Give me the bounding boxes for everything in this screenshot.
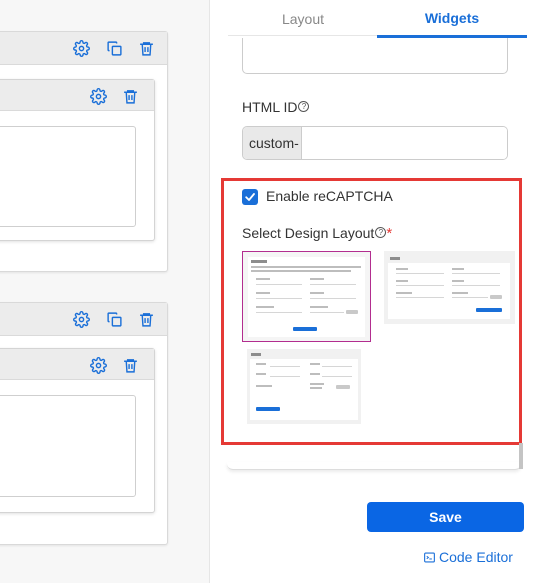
html-id-input[interactable] xyxy=(303,127,507,159)
html-id-label: HTML ID? xyxy=(242,99,310,115)
save-button[interactable]: Save xyxy=(367,502,524,532)
tab-widgets[interactable]: Widgets xyxy=(377,0,527,38)
layout-option-1[interactable] xyxy=(242,251,371,342)
section-card-2[interactable] xyxy=(0,302,168,545)
widget-card-header xyxy=(0,349,154,380)
tab-layout[interactable]: Layout xyxy=(228,0,378,38)
widget-content-area[interactable] xyxy=(0,126,136,227)
recaptcha-section: Enable reCAPTCHA Select Design Layout? * xyxy=(232,179,526,469)
recaptcha-label[interactable]: Enable reCAPTCHA xyxy=(266,188,393,204)
layout-preview xyxy=(388,263,510,319)
section-card-header xyxy=(0,32,167,65)
scrollbar[interactable] xyxy=(519,443,523,469)
copy-icon[interactable] xyxy=(104,38,124,58)
trash-icon[interactable] xyxy=(136,38,156,58)
help-icon[interactable]: ? xyxy=(375,227,387,238)
previous-field-input[interactable] xyxy=(242,38,508,74)
required-asterisk: * xyxy=(386,225,393,242)
help-icon[interactable]: ? xyxy=(298,101,310,112)
section-card-header xyxy=(0,303,167,336)
gear-icon[interactable] xyxy=(71,309,91,329)
section-card-1[interactable] xyxy=(0,31,168,272)
code-editor-link[interactable]: Code Editor xyxy=(424,547,513,567)
trash-icon[interactable] xyxy=(120,355,140,375)
gear-icon[interactable] xyxy=(88,355,108,375)
design-layout-label: Select Design Layout? * xyxy=(242,225,393,242)
widget-content-area[interactable] xyxy=(0,395,136,497)
layout-option-2[interactable] xyxy=(384,251,515,324)
builder-canvas xyxy=(0,0,209,583)
widget-card-1[interactable] xyxy=(0,79,155,241)
terminal-icon xyxy=(424,552,435,562)
widget-card-2[interactable] xyxy=(0,348,155,513)
panel-bottom-edge xyxy=(227,462,521,470)
widget-settings-scroll[interactable]: HTML ID? custom- Enable reCAPTCHA Select… xyxy=(228,38,526,470)
copy-icon[interactable] xyxy=(104,309,124,329)
panel-tabs: Layout Widgets xyxy=(228,0,534,38)
trash-icon[interactable] xyxy=(120,86,140,106)
html-id-field[interactable]: custom- xyxy=(242,126,508,160)
gear-icon[interactable] xyxy=(88,86,108,106)
recaptcha-checkbox[interactable] xyxy=(242,189,258,205)
gear-icon[interactable] xyxy=(71,38,91,58)
layout-option-3[interactable] xyxy=(247,349,361,424)
layout-preview xyxy=(250,359,358,420)
tab-divider xyxy=(228,35,377,36)
settings-panel: Layout Widgets HTML ID? custom- Enable r… xyxy=(209,0,534,583)
layout-preview xyxy=(248,257,365,337)
code-editor-label: Code Editor xyxy=(439,549,513,565)
check-icon xyxy=(245,193,255,201)
html-id-prefix: custom- xyxy=(243,127,302,159)
widget-card-header xyxy=(0,80,154,111)
trash-icon[interactable] xyxy=(136,309,156,329)
